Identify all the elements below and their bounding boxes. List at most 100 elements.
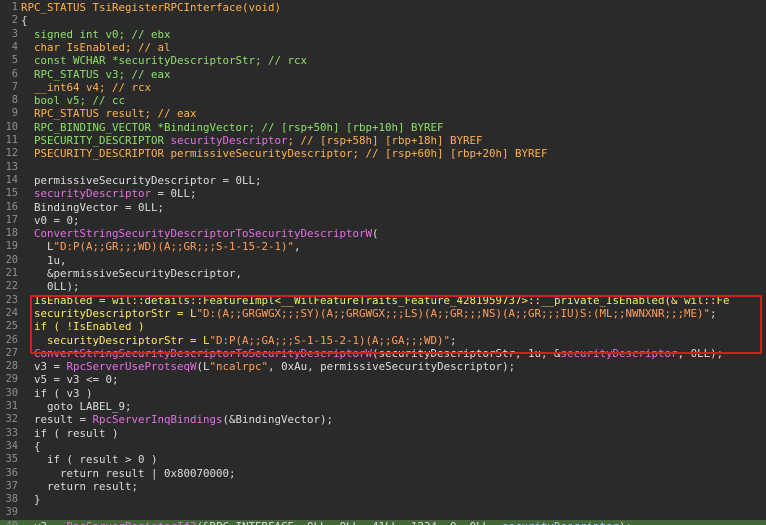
pseudocode-editor[interactable]: 1 RPC_STATUS TsiRegisterRPCInterface(void… [0,0,766,525]
line-number: 40 [0,520,18,525]
code-line[interactable]: 24 securityDescriptorStr = L"D:(A;;GRGWG… [0,307,766,320]
line-number: 15 [5,187,18,200]
line-number: 16 [5,200,18,213]
code-line[interactable]: 36 return result | 0x80070000; [0,467,766,480]
code-line[interactable]: 16 BindingVector = 0LL; [0,201,766,214]
code-line[interactable]: 40 v3 = RpcServerRegisterIf3(&RPC_INTERF… [0,519,766,525]
code-token: goto LABEL_9; [21,400,132,413]
code-line[interactable]: 33 if ( result ) [0,427,766,440]
code-token: ; [450,333,457,347]
code-line[interactable]: 26 securityDescriptorStr = L"D:P(A;;GA;;… [0,334,766,347]
code-line[interactable]: 37 return result; [0,480,766,493]
code-token: v3 = [21,360,67,374]
line-number: 38 [5,493,18,506]
line-number: 32 [5,413,18,426]
code-token: RpcServerUseProtseqW [66,360,197,374]
code-line[interactable]: 28 v3 = RpcServerUseProtseqW(L"ncalrpc",… [0,360,766,373]
code-token: { [21,439,41,453]
code-line[interactable]: 39 [0,506,766,519]
code-token: ; [710,306,717,320]
code-line[interactable]: 7 __int64 v4; // rcx [0,81,766,94]
code-token: v3 = [21,520,67,525]
code-line[interactable]: 27 ConvertStringSecurityDescriptorToSecu… [0,347,766,360]
code-line[interactable]: 6 RPC_STATUS v3; // eax [0,68,766,81]
code-line[interactable]: 30 if ( v3 ) [0,387,766,400]
line-number: 34 [5,439,18,452]
line-number: 35 [5,453,18,466]
code-line[interactable]: 25 if ( !IsEnabled ) [0,320,766,333]
code-line[interactable]: 3 signed int v0; // ebx [0,28,766,41]
code-token: IsEnabled = wil::details::FeatureImpl<__… [21,293,730,307]
code-line[interactable]: 12 PSECURITY_DESCRIPTOR permissiveSecuri… [0,147,766,160]
code-token: L [21,240,54,254]
code-line[interactable]: 4 char IsEnabled; // al [0,41,766,54]
code-text: securityDescriptor = 0LL; [21,187,197,200]
code-line[interactable]: 13 [0,161,766,174]
code-line[interactable]: 2{ [0,14,766,27]
code-text: goto LABEL_9; [21,400,132,413]
code-line[interactable]: 5 const WCHAR *securityDescriptorStr; //… [0,54,766,67]
line-number: 26 [5,333,18,346]
code-token: return result; [21,479,139,493]
code-token: "D:P(A;;GR;;;WD)(A;;GR;;;S-1-15-2-1)" [53,240,295,254]
code-token: (&BindingVector); [222,413,334,427]
code-text: { [21,440,41,453]
code-line[interactable]: 29 v5 = v3 <= 0; [0,373,766,386]
code-text: L"D:P(A;;GR;;;WD)(A;;GR;;;S-1-15-2-1)", [21,240,301,253]
code-line[interactable]: 18 ConvertStringSecurityDescriptorToSecu… [0,227,766,240]
code-line[interactable]: 14 permissiveSecurityDescriptor = 0LL; [0,174,766,187]
code-line[interactable]: 11 PSECURITY_DESCRIPTOR securityDescript… [0,134,766,147]
code-token: bool v5; // cc [21,94,126,108]
code-text: signed int v0; // ebx [21,28,171,41]
line-number: 17 [5,213,18,226]
line-number: 1 [11,1,18,13]
code-line[interactable]: 15 securityDescriptor = 0LL; [0,187,766,200]
code-token: ; // [rsp+58h] [rbp+18h] BYREF [287,134,483,147]
code-token: if ( v3 ) [21,386,93,400]
code-token: (L [196,360,210,374]
code-token: __int64 v4; // rcx [21,80,152,94]
code-line[interactable]: 21 &permissiveSecurityDescriptor, [0,267,766,280]
code-token: ( [372,227,379,241]
code-text: RPC_STATUS result; // eax [21,107,197,120]
line-number: 36 [5,466,18,479]
code-line[interactable]: 1 RPC_STATUS TsiRegisterRPCInterface(void… [0,1,766,14]
code-token: RpcServerInqBindings [92,413,223,427]
line-number: 39 [5,506,18,519]
code-line[interactable]: 20 1u, [0,254,766,267]
code-token: RPC_STATUS result; // eax [21,107,197,121]
code-line[interactable]: 8 bool v5; // cc [0,94,766,107]
code-token: RPC_STATUS v3; // eax [21,67,171,81]
code-token: 0LL); [21,280,80,294]
code-text: v3 = RpcServerUseProtseqW(L"ncalrpc", 0x… [21,360,515,373]
code-text: v5 = v3 <= 0; [21,373,119,386]
line-number: 8 [11,94,18,107]
code-line[interactable]: 19 L"D:P(A;;GR;;;WD)(A;;GR;;;S-1-15-2-1)… [0,240,766,253]
code-line[interactable]: 23 IsEnabled = wil::details::FeatureImpl… [0,294,766,307]
code-line[interactable]: 34 { [0,440,766,453]
code-line[interactable]: 31 goto LABEL_9; [0,400,766,413]
code-text: v3 = RpcServerRegisterIf3(&RPC_INTERFACE… [21,520,632,525]
line-number: 6 [11,67,18,80]
code-text: permissiveSecurityDescriptor = 0LL; [21,174,262,187]
code-line[interactable]: 35 if ( result > 0 ) [0,453,766,466]
code-line[interactable]: 38 } [0,493,766,506]
line-number: 13 [5,160,18,173]
code-token: , [294,240,301,254]
code-text: RPC_STATUS TsiRegisterRPCInterface(void) [21,1,281,14]
code-line[interactable]: 32 result = RpcServerInqBindings(&Bindin… [0,413,766,426]
code-line[interactable]: 10 RPC_BINDING_VECTOR *BindingVector; //… [0,121,766,134]
code-token: 1u, [21,253,67,267]
code-text: { [21,14,28,27]
code-line[interactable]: 9 RPC_STATUS result; // eax [0,107,766,120]
code-text: PSECURITY_DESCRIPTOR permissiveSecurityD… [21,147,548,160]
code-line[interactable]: 17 v0 = 0; [0,214,766,227]
code-text: RPC_STATUS v3; // eax [21,68,171,81]
code-token: ConvertStringSecurityDescriptorToSecurit… [34,227,373,241]
line-number: 18 [5,227,18,240]
line-number: 28 [5,360,18,373]
code-line[interactable]: 22 0LL); [0,280,766,293]
line-number: 22 [5,280,18,293]
line-number: 29 [5,373,18,386]
